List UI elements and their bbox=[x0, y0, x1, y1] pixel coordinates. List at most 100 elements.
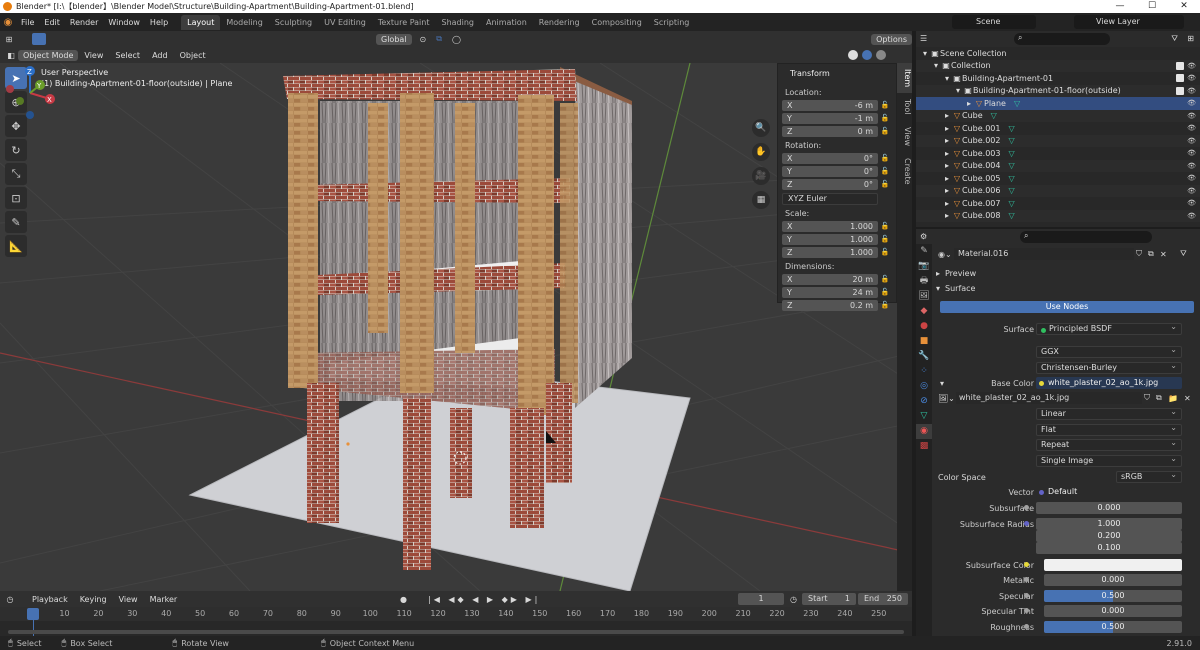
expand-arrow-icon[interactable]: ▸ bbox=[942, 161, 952, 170]
view-layer-selector[interactable]: View Layer bbox=[1074, 15, 1184, 29]
outliner-search-input[interactable]: ⌕ bbox=[1014, 33, 1110, 45]
tab-shading[interactable]: Shading bbox=[435, 15, 480, 30]
ortho-grid-icon[interactable]: ▦ bbox=[752, 191, 770, 209]
new-collection-icon[interactable]: ⊞ bbox=[1187, 34, 1194, 43]
outliner-row[interactable]: ▾ ▣ Building-Apartment-01-floor(outside) 👁 bbox=[916, 84, 1200, 97]
distribution-dropdown[interactable]: GGX bbox=[1036, 345, 1182, 358]
rotation-x-field[interactable]: X 0° bbox=[782, 152, 878, 164]
collapse-arrow-icon[interactable]: ▾ bbox=[920, 49, 930, 58]
properties-search-input[interactable]: ⌕ bbox=[1020, 231, 1152, 243]
dimensions-z-field[interactable]: Z 0.2 m bbox=[782, 299, 878, 311]
playback-controls[interactable]: |◀ ◀◆ ◀ ▶ ◆▶ ▶| bbox=[428, 595, 540, 604]
expand-arrow-icon[interactable]: ▸ bbox=[964, 99, 974, 108]
lock-icon[interactable]: 🔓 bbox=[878, 114, 892, 122]
collapse-arrow-icon[interactable]: ▾ bbox=[931, 61, 941, 70]
dimensions-x-field[interactable]: X 20 m bbox=[782, 273, 878, 285]
shading-rendered-icon[interactable] bbox=[876, 50, 886, 60]
tool-tab-icon[interactable]: ✎ bbox=[916, 244, 932, 259]
fake-user-shield-icon[interactable]: ⛉ bbox=[1136, 249, 1142, 259]
editor-type-icon[interactable]: ⊞ bbox=[0, 35, 18, 44]
image-open-folder-icon[interactable]: 📁 bbox=[1168, 394, 1178, 403]
tab-layout[interactable]: Layout bbox=[181, 14, 221, 30]
metallic-field[interactable]: 0.000 bbox=[1044, 574, 1182, 586]
constraints-tab-icon[interactable]: ⊘ bbox=[916, 394, 932, 409]
navigation-gizmo[interactable]: Z X Y bbox=[0, 63, 60, 123]
outliner-row[interactable]: ▸ ▽ Cube.003 ▽ 👁 bbox=[916, 147, 1200, 160]
texture-tab-icon[interactable]: ▩ bbox=[916, 439, 932, 454]
image-name-field[interactable]: white_plaster_02_ao_1k.jpg bbox=[956, 392, 1142, 404]
rotation-mode-dropdown[interactable]: XYZ Euler bbox=[782, 193, 878, 205]
timeline[interactable]: 1102030405060708090100110120130140150160… bbox=[0, 607, 912, 636]
options-dropdown[interactable]: Options bbox=[871, 33, 912, 45]
expand-arrow-icon[interactable]: ▸ bbox=[942, 136, 952, 145]
surface-panel-header[interactable]: Surface bbox=[945, 284, 975, 293]
lock-icon[interactable]: 🔓 bbox=[878, 180, 892, 188]
filter-funnel-icon[interactable]: ⛛ bbox=[1180, 249, 1187, 259]
viewport-menu-select[interactable]: Select bbox=[109, 51, 146, 60]
visibility-eye-icon[interactable]: 👁 bbox=[1187, 62, 1196, 70]
mode-dropdown[interactable]: Object Mode bbox=[18, 49, 79, 61]
sidebar-tab-tool[interactable]: Tool bbox=[897, 93, 912, 121]
material-name-field[interactable]: Material.016 bbox=[954, 248, 1134, 260]
output-tab-icon[interactable]: 🖶 bbox=[916, 274, 932, 289]
dimensions-y-field[interactable]: Y 24 m bbox=[782, 286, 878, 298]
visibility-eye-icon[interactable]: 👁 bbox=[1187, 99, 1196, 107]
orientation-dropdown[interactable]: Global bbox=[376, 33, 412, 45]
start-frame-field[interactable]: Start 1 bbox=[802, 593, 856, 605]
duplicate-material-icon[interactable]: ⧉ bbox=[1148, 249, 1154, 259]
exclude-checkbox[interactable] bbox=[1176, 61, 1184, 70]
image-duplicate-icon[interactable]: ⧉ bbox=[1156, 393, 1162, 403]
rotation-z-field[interactable]: Z 0° bbox=[782, 178, 878, 190]
outliner-row[interactable]: ▸ ▽ Cube.005 ▽ 👁 bbox=[916, 172, 1200, 185]
viewport-menu-view[interactable]: View bbox=[78, 51, 109, 60]
record-icon[interactable]: ● bbox=[400, 595, 407, 604]
timeline-menu-view[interactable]: View bbox=[113, 595, 144, 604]
interpolation-dropdown[interactable]: Linear bbox=[1036, 407, 1182, 420]
source-dropdown[interactable]: Single Image bbox=[1036, 454, 1182, 467]
outliner-row[interactable]: ▸ ▽ Cube.001 ▽ 👁 bbox=[916, 122, 1200, 135]
modifier-tab-icon[interactable]: 🔧 bbox=[916, 349, 932, 364]
timeline-scrollbar[interactable] bbox=[8, 630, 904, 634]
exclude-checkbox[interactable] bbox=[1176, 74, 1184, 83]
use-nodes-button[interactable]: Use Nodes bbox=[940, 301, 1194, 313]
visibility-eye-icon[interactable]: 👁 bbox=[1187, 162, 1196, 170]
viewport-menu-add[interactable]: Add bbox=[146, 51, 174, 60]
outliner-row[interactable]: ▸ ▽ Plane ▽ 👁 bbox=[916, 97, 1200, 110]
image-unlink-icon[interactable]: ✕ bbox=[1184, 394, 1191, 403]
shading-material-icon[interactable] bbox=[862, 50, 872, 60]
subsurface-field[interactable]: 0.000 bbox=[1036, 502, 1182, 514]
exclude-checkbox[interactable] bbox=[1176, 86, 1184, 95]
select-tool-icon[interactable] bbox=[32, 33, 46, 45]
rotate-tool-icon[interactable]: ↻ bbox=[5, 139, 27, 161]
timeline-menu-keying[interactable]: Keying bbox=[74, 595, 113, 604]
tab-sculpting[interactable]: Sculpting bbox=[269, 15, 318, 30]
close-button[interactable]: ✕ bbox=[1168, 0, 1200, 13]
lock-icon[interactable]: 🔓 bbox=[878, 222, 892, 230]
pan-hand-icon[interactable]: ✋ bbox=[752, 143, 770, 161]
image-shield-icon[interactable]: ⛉ bbox=[1144, 393, 1150, 403]
tab-uv-editing[interactable]: UV Editing bbox=[318, 15, 372, 30]
tab-rendering[interactable]: Rendering bbox=[533, 15, 586, 30]
timeline-menu-playback[interactable]: Playback bbox=[26, 595, 74, 604]
outliner-row[interactable]: ▸ ▽ Cube.008 ▽ 👁 bbox=[916, 209, 1200, 222]
end-frame-field[interactable]: End 250 bbox=[858, 593, 908, 605]
tab-modeling[interactable]: Modeling bbox=[220, 15, 268, 30]
outliner-row[interactable]: ▸ ▽ Cube ▽ 👁 bbox=[916, 109, 1200, 122]
tab-animation[interactable]: Animation bbox=[480, 15, 533, 30]
viewport-menu-object[interactable]: Object bbox=[174, 51, 212, 60]
menu-window[interactable]: Window bbox=[103, 18, 145, 27]
outliner-row[interactable]: ▾ ▣ Collection 👁 bbox=[916, 59, 1200, 72]
maximize-button[interactable]: ☐ bbox=[1136, 0, 1168, 13]
expand-arrow-icon[interactable]: ▸ bbox=[942, 149, 952, 158]
visibility-eye-icon[interactable]: 👁 bbox=[1187, 137, 1196, 145]
outliner-row[interactable]: ▾ ▣ Scene Collection bbox=[916, 47, 1200, 60]
annotate-tool-icon[interactable]: ✎ bbox=[5, 211, 27, 233]
object-tab-icon[interactable]: ■ bbox=[916, 334, 932, 349]
unlink-material-icon[interactable]: ✕ bbox=[1160, 250, 1167, 259]
measure-tool-icon[interactable]: 📐 bbox=[5, 235, 27, 257]
playhead[interactable] bbox=[27, 608, 39, 620]
extension-dropdown[interactable]: Repeat bbox=[1036, 438, 1182, 451]
location-x-field[interactable]: X -6 m bbox=[782, 99, 878, 111]
expand-arrow-icon[interactable]: ▸ bbox=[942, 211, 952, 220]
pivot-icon[interactable]: ⊙ bbox=[420, 35, 427, 44]
